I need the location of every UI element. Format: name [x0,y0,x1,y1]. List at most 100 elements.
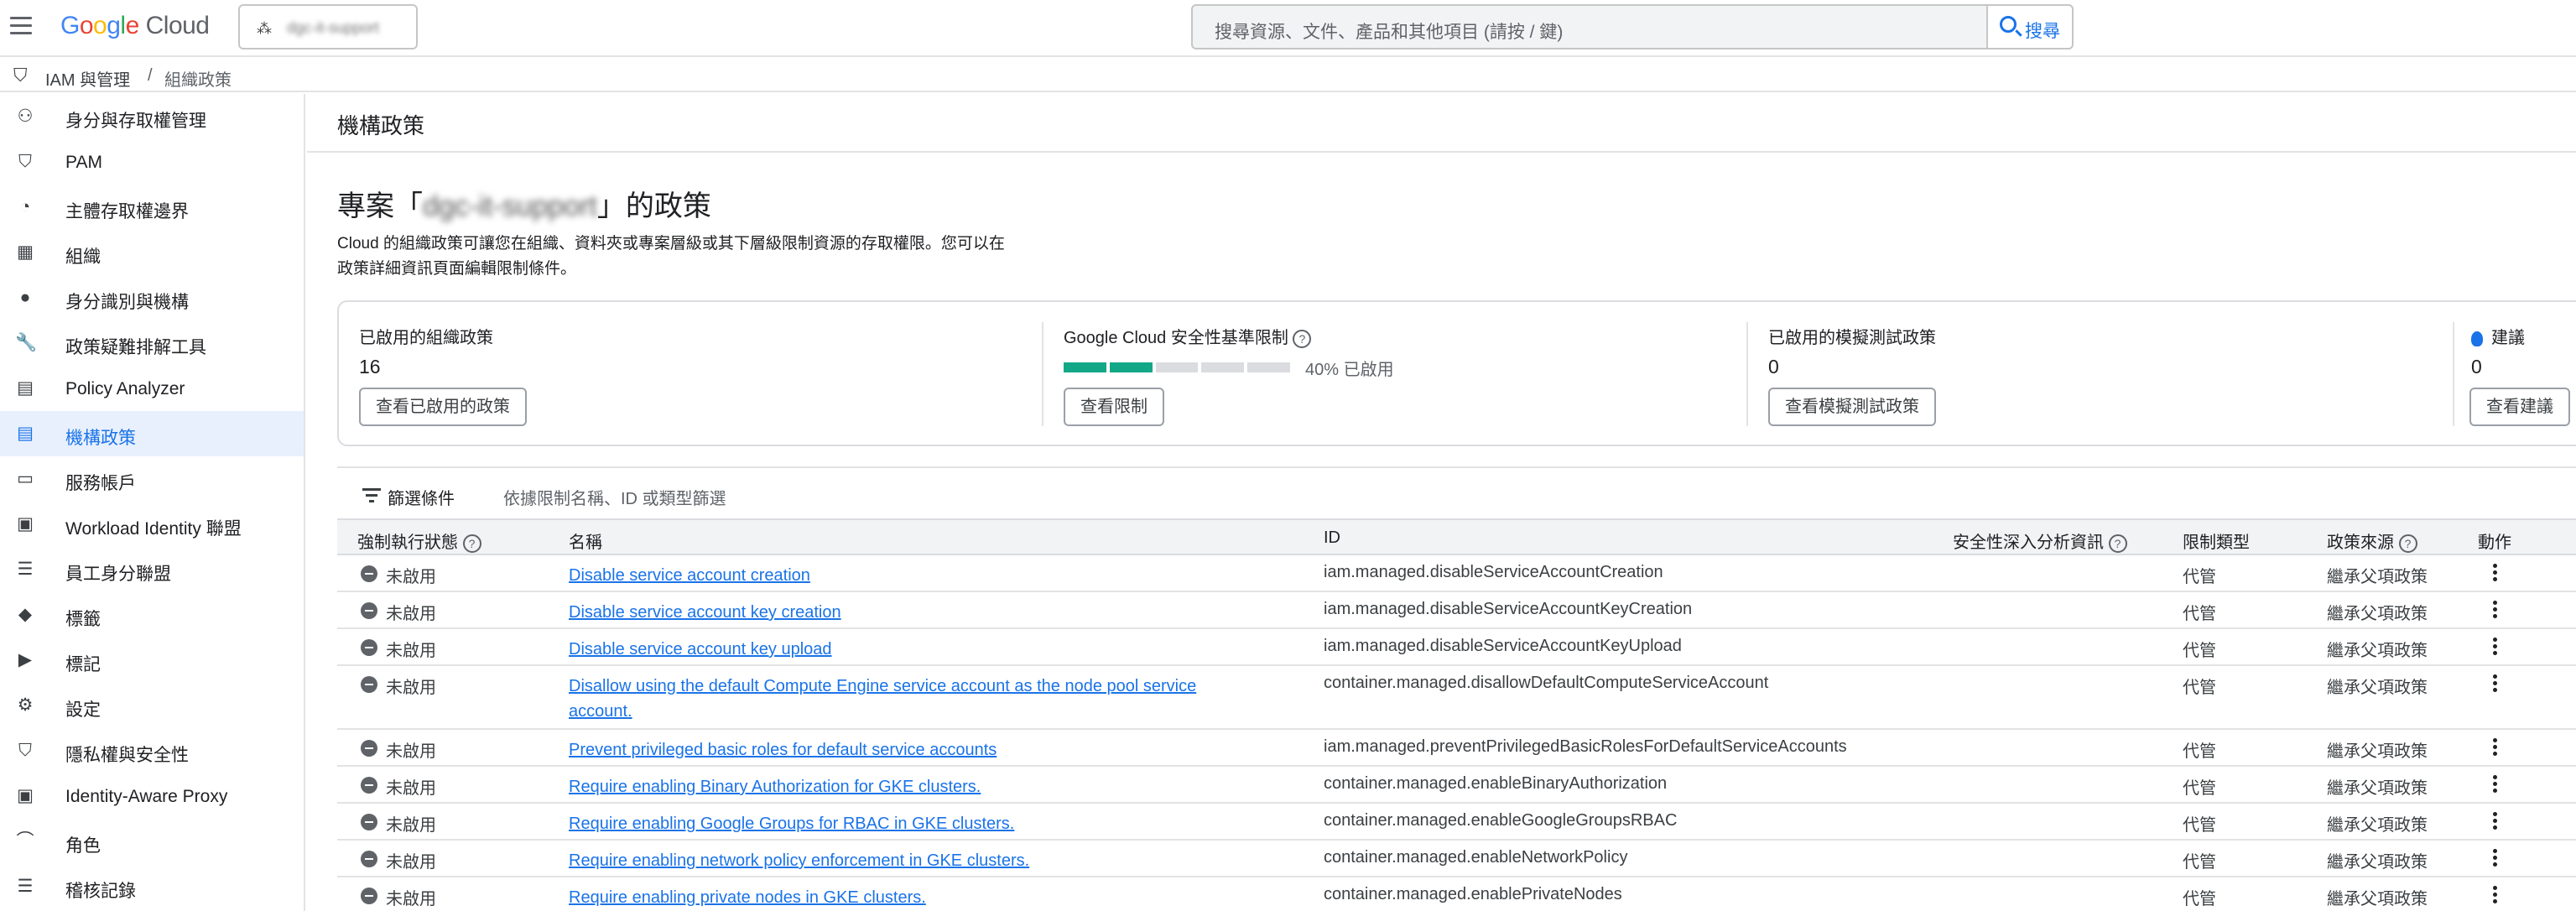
sidebar-item[interactable]: ⌒ 角色 [0,819,304,864]
sidebar-item[interactable]: ● 身分識別與機構 [0,275,304,320]
logo-cloud-text: Cloud [145,12,210,39]
sidebar-item[interactable]: ▤ Policy Analyzer [0,366,304,411]
more-actions-icon[interactable] [2493,638,2498,658]
header-source-text: 政策來源 [2327,534,2394,552]
gear-icon: ⚙ [17,695,34,715]
sidebar-item[interactable]: ☰ 稽核記錄 [0,864,304,909]
sidebar-item[interactable]: ⛉ PAM [0,139,304,185]
more-actions-icon[interactable] [2493,601,2498,621]
help-icon[interactable]: ? [2108,534,2127,553]
view-recommendations-button[interactable]: 查看建議 [2469,388,2570,426]
sidebar-item-label: 身分識別與機構 [65,293,189,312]
policy-name-link[interactable]: Disable service account creation [569,563,1257,588]
sidebar-item[interactable]: ▶ 標記 [0,638,304,683]
search-button[interactable]: 搜尋 [1986,4,2074,49]
shield-clock-icon: ⛉ [18,152,32,171]
view-dry-run-policies-button[interactable]: 查看模擬測試政策 [1768,388,1936,426]
filter-label: 篩選條件 [388,490,455,508]
sidebar-item[interactable]: ⛉ 隱私權與安全性 [0,728,304,773]
main-menu-icon[interactable] [10,17,32,37]
header-insights: 安全性深入分析資訊 ? [1953,528,2127,553]
card-dry-run-value: 0 [1768,356,1779,377]
row-status: 未啟用 [386,605,436,623]
policy-name-link[interactable]: Require enabling Binary Authorization fo… [569,774,1257,799]
sidebar-item[interactable]: ⚙ 設定 [0,683,304,728]
sidebar-item[interactable]: ◔ 主體存取權邊界 [0,185,304,230]
table-row: 未啟用 Require enabling private nodes in GKE… [337,877,2576,911]
disabled-status-icon [361,740,377,757]
google-cloud-logo[interactable]: Google Cloud [60,12,210,40]
search-input[interactable]: 搜尋資源、文件、產品和其他項目 (請按 / 鍵) [1191,4,2074,49]
more-actions-icon[interactable] [2493,564,2498,584]
header-id[interactable]: ID [1324,528,1340,548]
project-heading-prefix: 專案「 [337,190,423,222]
card-enabled-policies-label: 已啟用的組織政策 [359,329,493,347]
sidebar-item[interactable]: ◆ 標籤 [0,592,304,638]
more-actions-icon[interactable] [2493,674,2498,695]
sidebar-item[interactable]: ▣ Identity-Aware Proxy [0,773,304,819]
breadcrumb: ⛉ IAM 與管理 / 組織政策 [0,59,2576,92]
row-source: 繼承父項政策 [2327,568,2428,586]
sidebar-item[interactable]: ▭ 服務帳戶 [0,456,304,502]
baseline-progress-text: 40% 已啟用 [1305,361,1394,379]
person-add-icon: ⚇ [17,107,34,126]
filter-icon [362,488,381,506]
help-icon[interactable]: ? [2398,534,2417,553]
sidebar-item[interactable]: ⚇ 身分與存取權管理 [0,94,304,139]
more-actions-icon[interactable] [2493,738,2498,758]
policy-name-link[interactable]: Require enabling network policy enforcem… [569,848,1257,873]
row-status: 未啟用 [386,679,436,697]
policy-name-link[interactable]: Require enabling Google Groups for RBAC … [569,811,1257,836]
more-actions-icon[interactable] [2493,849,2498,869]
card-recommendations-label-text: 建議 [2491,329,2525,347]
policy-name-link[interactable]: Require enabling private nodes in GKE cl… [569,885,1257,910]
search-icon [2000,16,2017,33]
sidebar-item-label: 政策疑難排解工具 [65,338,206,357]
row-type: 代管 [2183,816,2216,835]
header-type[interactable]: 限制類型 [2183,528,2250,553]
page-description: Cloud 的組織政策可讓您在組織、資料夾或專案層級或其下層級限制資源的存取權限… [337,235,1005,278]
sidebar-item-label: 隱私權與安全性 [65,746,189,765]
policy-name-link[interactable]: Disallow using the default Compute Engin… [569,674,1257,724]
row-status: 未啟用 [386,816,436,835]
filter-placeholder: 依據限制名稱、ID 或類型篩選 [503,490,726,508]
row-id: container.managed.enablePrivateNodes [1324,885,1622,903]
workload-identity-icon: ▣ [17,514,34,534]
policy-name-link[interactable]: Disable service account key creation [569,600,1257,625]
filter-bar[interactable]: 篩選條件 依據限制名稱、ID 或類型篩選 [337,466,2576,518]
table-header: 強制執行狀態 ? 名稱 ID 安全性深入分析資訊 ? 限制類型 政策來源 ? 動… [337,518,2576,555]
sidebar-item[interactable]: ▦ 組織 [0,230,304,275]
sidebar-item[interactable]: ▣ Workload Identity 聯盟 [0,502,304,547]
row-source: 繼承父項政策 [2327,890,2428,908]
table-row: 未啟用 Require enabling Google Groups for RB… [337,804,2576,841]
more-actions-icon[interactable] [2493,812,2498,832]
sidebar-item[interactable]: ☰ 員工身分聯盟 [0,547,304,592]
audit-log-icon: ☰ [17,877,34,896]
proxy-icon: ▣ [17,786,34,805]
sidebar-item-label: 機構政策 [65,429,136,448]
more-actions-icon[interactable] [2493,886,2498,906]
sidebar-item-label: 設定 [65,700,101,720]
row-type: 代管 [2183,642,2216,660]
card-recommendations-value: 0 [2471,356,2482,377]
sidebar-item[interactable]: 🔧 政策疑難排解工具 [0,320,304,366]
card-enabled-policies-value: 16 [359,356,381,377]
help-icon[interactable]: ? [462,534,481,553]
view-constraints-button[interactable]: 查看限制 [1064,388,1164,426]
card-security-baseline-label: Google Cloud 安全性基準限制 ? [1064,324,1312,348]
header-name[interactable]: 名稱 [569,528,602,553]
label-icon: ▶ [18,650,33,669]
more-actions-icon[interactable] [2493,775,2498,795]
policy-name-link[interactable]: Prevent privileged basic roles for defau… [569,737,1257,763]
sidebar-item[interactable]: ▤ 機構政策 [0,411,304,456]
row-type: 代管 [2183,568,2216,586]
progress-segment [1064,362,1106,372]
disabled-status-icon [361,851,377,867]
breadcrumb-section[interactable]: IAM 與管理 [45,66,130,91]
help-icon[interactable]: ? [1293,329,1312,348]
project-picker[interactable]: ⁂ dgc-it-support [238,4,418,49]
policy-name-link[interactable]: Disable service account key upload [569,637,1257,662]
view-enabled-policies-button[interactable]: 查看已啟用的政策 [359,388,527,426]
account-circle-icon: ● [19,288,31,307]
disabled-status-icon [361,565,377,582]
